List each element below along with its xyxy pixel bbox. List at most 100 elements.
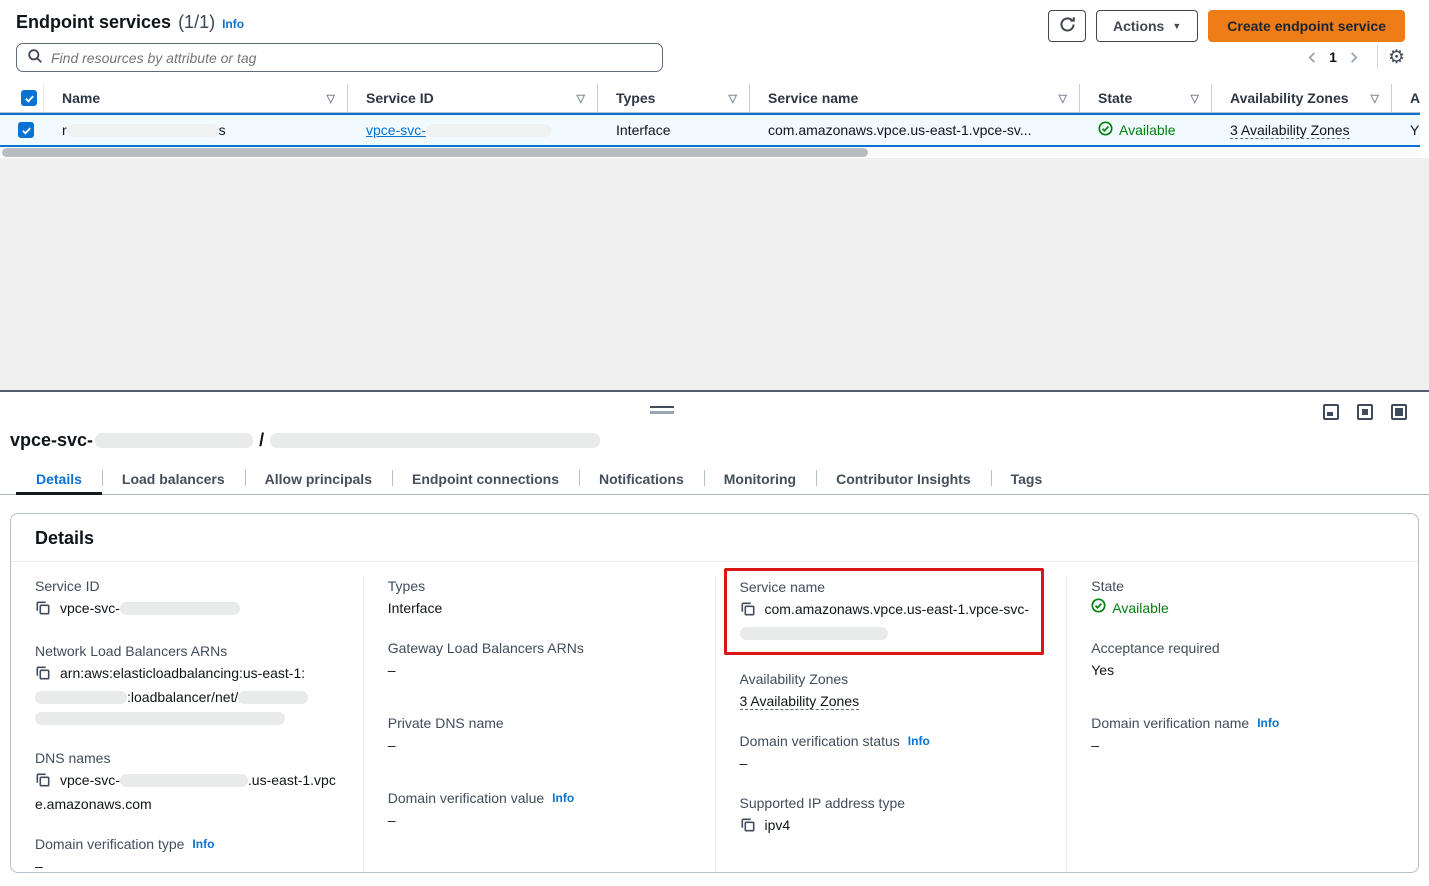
status-badge: Available [1112,598,1169,619]
details-column-2: Types Interface Gateway Load Balancers A… [363,576,715,873]
panel-drag-handle[interactable] [650,406,674,414]
redacted-text [270,433,600,448]
actions-button[interactable]: Actions ▼ [1096,10,1198,42]
next-page-button[interactable] [1341,44,1367,70]
field-acceptance-required: Acceptance required Yes [1091,638,1394,681]
field-domain-verification-name: Domain verification name Info – [1091,713,1394,756]
refresh-icon [1059,16,1076,36]
field-nlb-arns: Network Load Balancers ARNs arn:aws:elas… [35,641,339,729]
sort-icon[interactable]: ▽ [1371,92,1379,105]
endpoint-services-table: Name ▽ Service ID ▽ Types ▽ Service name… [0,84,1420,147]
side-panel-layout-icon[interactable] [1391,404,1407,420]
field-supported-ip-address-type: Supported IP address type ipv4 [740,793,1043,839]
sort-icon[interactable]: ▽ [327,92,335,105]
result-count: (1/1) [178,12,215,33]
availability-zones-link[interactable]: 3 Availability Zones [740,693,860,710]
field-domain-verification-type: Domain verification type Info – [35,834,339,873]
info-link[interactable]: Info [908,731,930,751]
column-header-name[interactable]: Name ▽ [44,84,348,112]
cell-partial: Y [1392,122,1420,138]
status-available-icon [1098,121,1113,139]
field-dns-names: DNS names vpce-svc-.us-east-1.vpce.amazo… [35,748,339,815]
sort-icon[interactable]: ▽ [729,92,737,105]
redacted-text [120,774,248,787]
refresh-button[interactable] [1048,10,1086,42]
column-header-service-name[interactable]: Service name ▽ [750,84,1080,112]
copy-icon[interactable] [35,600,51,622]
caret-down-icon: ▼ [1172,21,1181,31]
previous-page-button[interactable] [1299,44,1325,70]
tab-endpoint-connections[interactable]: Endpoint connections [392,464,579,494]
tab-contributor-insights[interactable]: Contributor Insights [816,464,991,494]
actions-button-label: Actions [1113,18,1164,34]
current-page[interactable]: 1 [1329,49,1337,65]
tab-details[interactable]: Details [16,464,102,494]
redacted-text [426,124,551,137]
service-name-highlight-box: Service name com.amazonaws.vpce.us-east-… [724,568,1045,655]
status-available-icon [1091,598,1106,619]
horizontal-scrollbar[interactable] [0,148,1420,157]
sort-icon[interactable]: ▽ [1059,92,1067,105]
cell-service-id: vpce-svc- [348,122,598,138]
details-column-3: Service name com.amazonaws.vpce.us-east-… [715,576,1067,873]
tab-notifications[interactable]: Notifications [579,464,704,494]
sort-icon[interactable]: ▽ [577,92,585,105]
info-link[interactable]: Info [552,788,574,808]
tab-load-balancers[interactable]: Load balancers [102,464,245,494]
redacted-text [35,691,127,704]
info-link[interactable]: Info [192,834,214,854]
cell-types: Interface [598,122,750,138]
create-button-label: Create endpoint service [1227,18,1386,34]
create-endpoint-service-button[interactable]: Create endpoint service [1208,10,1405,42]
field-private-dns-name: Private DNS name – [388,713,691,756]
field-types: Types Interface [388,576,691,619]
tab-monitoring[interactable]: Monitoring [704,464,816,494]
sort-icon[interactable]: ▽ [1191,92,1199,105]
column-header-service-id[interactable]: Service ID ▽ [348,84,598,112]
redacted-text [35,712,285,725]
info-link[interactable]: Info [222,17,244,31]
details-column-1: Service ID vpce-svc- Network Load Balanc… [11,576,363,873]
detail-split-panel: vpce-svc- / Details Load balancers Allow… [0,394,1429,886]
cell-state: Available [1080,121,1212,139]
redacted-text [740,627,888,640]
panel-title: vpce-svc- / [10,430,600,451]
status-badge: Available [1119,122,1176,138]
split-panel-layout-icon[interactable] [1357,404,1373,420]
copy-icon[interactable] [740,601,756,623]
column-header-partial[interactable]: A [1392,84,1420,112]
column-header-types[interactable]: Types ▽ [598,84,750,112]
field-service-name: Service name com.amazonaws.vpce.us-east-… [740,577,1038,644]
service-id-link[interactable]: vpce-svc- [366,122,551,138]
info-link[interactable]: Info [1257,713,1279,733]
select-all-checkbox[interactable] [21,90,37,106]
tab-tags[interactable]: Tags [991,464,1063,494]
field-availability-zones: Availability Zones 3 Availability Zones [740,669,1043,712]
availability-zones-link[interactable]: 3 Availability Zones [1230,122,1350,139]
toolbar: Actions ▼ Create endpoint service [1048,10,1405,42]
copy-icon[interactable] [35,665,51,687]
row-checkbox[interactable] [18,122,34,138]
field-service-id: Service ID vpce-svc- [35,576,339,622]
details-column-4: State Available Acceptance required Yes [1066,576,1418,873]
tab-allow-principals[interactable]: Allow principals [245,464,392,494]
panel-tabs: Details Load balancers Allow principals … [0,464,1429,495]
cell-service-name: com.amazonaws.vpce.us-east-1.vpce-sv... [750,122,1080,138]
copy-icon[interactable] [740,817,756,839]
cell-availability-zones: 3 Availability Zones [1212,122,1392,139]
redacted-text [120,602,240,615]
column-header-availability-zones[interactable]: Availability Zones ▽ [1212,84,1392,112]
search-bar[interactable] [16,43,663,72]
content-background [0,158,1429,392]
cell-name: r s [44,122,348,138]
column-header-state[interactable]: State ▽ [1080,84,1212,112]
gear-icon[interactable]: ⚙ [1388,48,1405,67]
table-header-row: Name ▽ Service ID ▽ Types ▽ Service name… [0,84,1420,113]
table-row[interactable]: r s vpce-svc- Interface com.amazonaws.vp… [0,113,1420,147]
search-input[interactable] [51,50,652,66]
redacted-text [67,124,219,137]
page-header: Endpoint services (1/1) Info [16,12,244,33]
scrollbar-thumb[interactable] [2,148,868,157]
bottom-panel-layout-icon[interactable] [1323,404,1339,420]
copy-icon[interactable] [35,772,51,794]
